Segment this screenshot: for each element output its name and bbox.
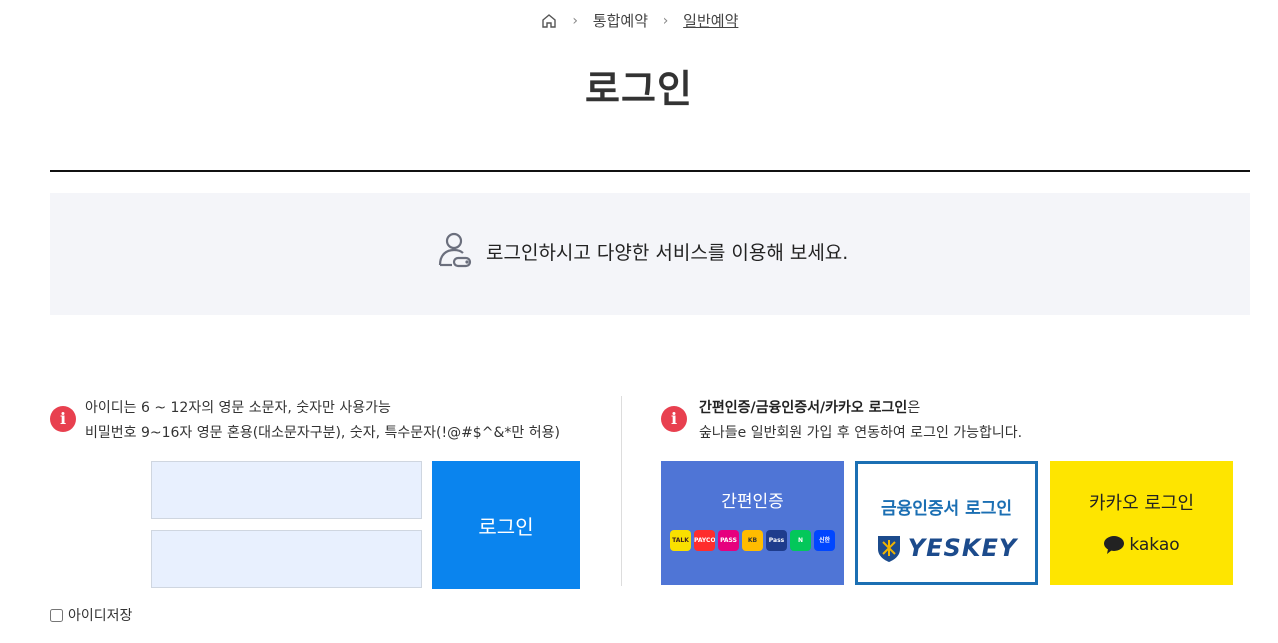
id-input[interactable] [151, 461, 422, 519]
section-divider [621, 396, 622, 586]
auth-provider-chip-icon: PAYCO [694, 530, 715, 551]
yeskey-text: YESKEY [907, 534, 1018, 562]
auth-provider-chip-icon: KB [742, 530, 763, 551]
kakao-login-label: 카카오 로그인 [1088, 493, 1195, 514]
info-icon: i [50, 406, 76, 432]
kakao-login-button[interactable]: 카카오 로그인 kakao [1050, 461, 1233, 585]
page-title: 로그인 [585, 67, 693, 111]
auth-notice-bold: 간편인증/금융인증서/카카오 로그인 [699, 400, 908, 416]
save-id-label: 아이디저장 [68, 608, 133, 624]
auth-provider-chip-icon: TALK [670, 530, 691, 551]
auth-notice: 간편인증/금융인증서/카카오 로그인은 숲나들e 일반회원 가입 후 연동하여 … [699, 396, 1022, 446]
home-icon[interactable] [540, 12, 558, 30]
breadcrumb: › 통합예약 › 일반예약 [0, 10, 1278, 31]
yeskey-logo: YESKEY [858, 533, 1035, 563]
login-rules: 아이디는 6 ~ 12자의 영문 소문자, 숫자만 사용가능 비밀번호 9~16… [85, 396, 560, 446]
save-id-option[interactable]: 아이디저장 [50, 605, 132, 625]
login-banner: 로그인하시고 다양한 서비스를 이용해 보세요. [50, 193, 1250, 315]
title-divider [50, 170, 1250, 172]
simple-auth-provider-icons: TALK PAYCO PASS KB Pass N 신한 [661, 530, 844, 551]
financial-cert-login-button[interactable]: 금융인증서 로그인 YESKEY [855, 461, 1038, 585]
save-id-checkbox[interactable] [50, 608, 63, 622]
chevron-right-icon: › [572, 12, 579, 29]
kakao-speech-bubble-icon [1104, 536, 1125, 554]
auth-provider-chip-icon: 신한 [814, 530, 835, 551]
financial-cert-label: 금융인증서 로그인 [880, 499, 1013, 519]
auth-provider-chip-icon: N [790, 530, 811, 551]
breadcrumb-item-integrated[interactable]: 통합예약 [593, 12, 648, 30]
auth-notice-suffix: 은 [907, 400, 921, 416]
user-key-icon [438, 232, 472, 268]
auth-provider-chip-icon: PASS [718, 530, 739, 551]
banner-message: 로그인하시고 다양한 서비스를 이용해 보세요. [486, 241, 849, 264]
chevron-right-icon: › [662, 12, 669, 29]
yeskey-shield-icon [877, 536, 900, 562]
pw-rule-text: 비밀번호 9~16자 영문 혼용(대소문자구분), 숫자, 특수문자(!@#$^… [85, 425, 560, 441]
auth-provider-chip-icon: Pass [766, 530, 787, 551]
kakao-logo: kakao [1050, 535, 1233, 555]
breadcrumb-item-general[interactable]: 일반예약 [683, 12, 738, 30]
simple-auth-label: 간편인증 [721, 492, 784, 512]
info-icon: i [661, 406, 687, 432]
simple-auth-button[interactable]: 간편인증 TALK PAYCO PASS KB Pass N 신한 [661, 461, 844, 585]
password-input[interactable] [151, 530, 422, 588]
kakao-logo-text: kakao [1129, 535, 1180, 555]
auth-notice-line2: 숲나들e 일반회원 가입 후 연동하여 로그인 가능합니다. [699, 425, 1023, 441]
id-rule-text: 아이디는 6 ~ 12자의 영문 소문자, 숫자만 사용가능 [85, 400, 391, 416]
login-button[interactable]: 로그인 [432, 461, 580, 589]
